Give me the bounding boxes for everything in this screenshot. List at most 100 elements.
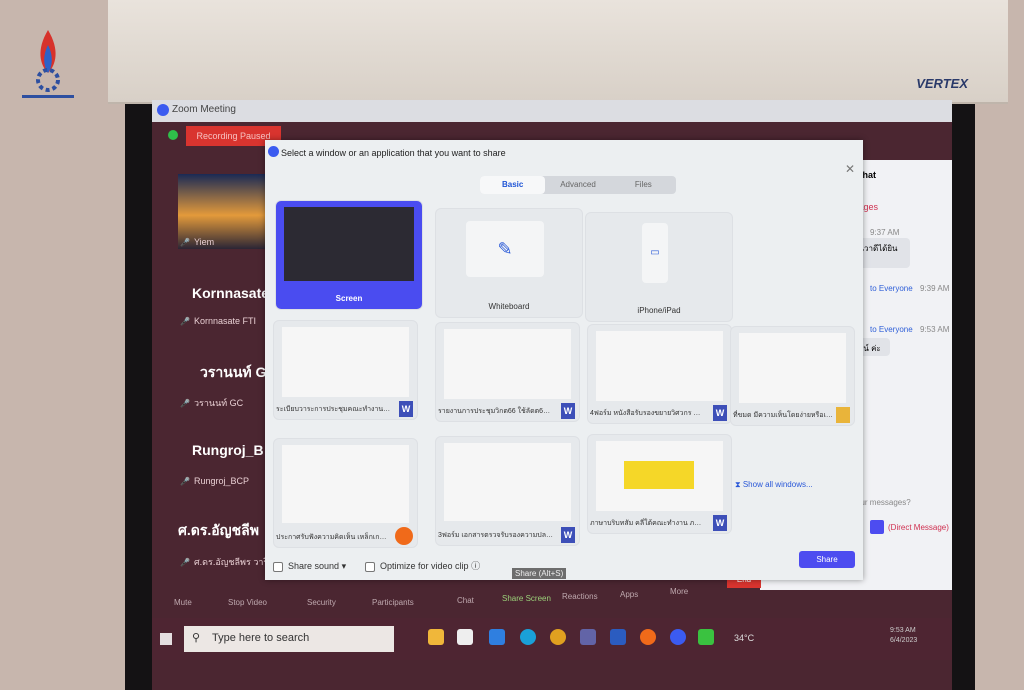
window-item[interactable]: ที่ขมด มีความเห็นโดยง่ายหรือเห็นด้วย...	[730, 326, 855, 426]
tab-advanced[interactable]: Advanced	[545, 176, 610, 194]
window-preview	[282, 327, 409, 397]
window-preview	[739, 333, 846, 403]
mute-button[interactable]: Mute	[174, 598, 192, 607]
window-label: ภาษาบริบทสัม คลี่ใต้คณะทำงาน ภาค...	[590, 520, 705, 527]
chat-input[interactable]: our messages?	[856, 498, 911, 507]
clock[interactable]: 9:53 AM 6/4/2023	[890, 626, 917, 646]
word-icon: W	[713, 515, 727, 531]
whiteboard-tile[interactable]: ✎ Whiteboard	[435, 208, 583, 318]
share-tabs: Basic Advanced Files	[480, 176, 676, 194]
window-item[interactable]: ภาษาบริบทสัม คลี่ใต้คณะทำงาน ภาค... W	[587, 434, 732, 534]
share-screen-tile[interactable]: Screen	[275, 200, 423, 310]
window-label: รายงานการประชุมวิกต66 ใช้ลัดต66 (ไ...	[438, 408, 553, 415]
word-icon: W	[713, 405, 727, 421]
taskbar-search[interactable]: ⚲ Type here to search	[184, 626, 394, 652]
line-icon[interactable]	[698, 629, 714, 645]
checkbox[interactable]	[365, 561, 375, 572]
chrome-icon[interactable]	[550, 629, 566, 645]
optimize-label: Optimize for video clip	[380, 561, 469, 571]
optimize-video-checkbox[interactable]: Optimize for video clip ⓘ	[365, 559, 480, 572]
chat-button[interactable]: Chat	[457, 596, 474, 605]
word-icon: W	[399, 401, 413, 417]
show-all-label: Show all windows...	[742, 480, 813, 489]
word-icon: W	[561, 403, 575, 419]
firefox-icon	[395, 527, 413, 545]
window-preview	[444, 443, 571, 521]
more-button[interactable]: More	[670, 587, 688, 596]
zoom-icon[interactable]	[670, 629, 686, 645]
share-sound-checkbox[interactable]: Share sound ▾	[273, 561, 346, 572]
search-placeholder: Type here to search	[212, 632, 310, 644]
apps-button[interactable]: Apps	[620, 590, 638, 599]
edge-icon[interactable]	[520, 629, 536, 645]
chat-time: 9:39 AM	[920, 284, 950, 293]
airplay-icon: ▭	[642, 223, 668, 283]
projector-housing	[108, 0, 1008, 104]
window-item[interactable]: ระเบียบวาระการประชุมคณะทำงานการศึ... W	[273, 320, 418, 420]
title-bar: Zoom Meeting	[152, 100, 952, 122]
participant-display: Kornnasate	[192, 285, 270, 301]
chat-time: 9:53 AM	[920, 325, 950, 334]
date: 6/4/2023	[890, 637, 918, 644]
window-label: ที่ขมด มีความเห็นโดยง่ายหรือเห็นด้วย...	[733, 412, 833, 419]
close-icon[interactable]: ✕	[845, 162, 855, 176]
share-tooltip: Share (Alt+S)	[512, 568, 567, 579]
tab-files[interactable]: Files	[611, 176, 676, 194]
share-sound-label: Share sound	[288, 561, 340, 571]
tab-basic[interactable]: Basic	[480, 176, 546, 194]
participant-name: Kornnasate FTI	[180, 316, 256, 326]
projector-brand: VERTEX	[916, 76, 968, 91]
iphone-ipad-tile[interactable]: ▭ iPhone/iPad	[585, 212, 733, 322]
security-shield-icon[interactable]	[168, 130, 178, 140]
window-item[interactable]: ประกาศรับฟังความคิดเห็น เหล็กเกณฑ์...	[273, 438, 418, 548]
show-all-windows-link[interactable]: ⧗ Show all windows...	[735, 480, 813, 490]
security-button[interactable]: Security	[307, 598, 336, 607]
mail-icon[interactable]	[489, 629, 505, 645]
weather-temperature[interactable]: 34°C	[734, 633, 754, 643]
tile-label: iPhone/iPad	[637, 306, 681, 315]
participant-name: Yiem	[180, 237, 214, 247]
zoom-logo-icon	[157, 104, 169, 116]
window-preview	[282, 445, 409, 523]
pen-icon: ✎	[466, 221, 544, 277]
window-item[interactable]: 3ฟอร์ม เอกสารตรวจรับรองความปลอด... W	[435, 436, 580, 546]
participant-name: ศ.ดร.อัญชลีพร วาริท	[180, 555, 274, 569]
help-icon[interactable]: ⓘ	[471, 561, 480, 571]
participant-name: วรานนท์ GC	[180, 396, 243, 410]
window-preview	[444, 329, 571, 399]
share-window-dialog: Select a window or an application that y…	[265, 140, 863, 580]
windows-start-icon[interactable]	[160, 633, 172, 645]
chat-recipient: to Everyone	[870, 325, 913, 334]
store-icon[interactable]	[457, 629, 473, 645]
stop-video-button[interactable]: Stop Video	[228, 598, 267, 607]
participant-display: วรานนท์ G	[200, 364, 267, 380]
tile-label: Screen	[335, 294, 363, 303]
word-icon[interactable]	[610, 629, 626, 645]
reactions-button[interactable]: Reactions	[562, 592, 598, 601]
firefox-icon[interactable]	[640, 629, 656, 645]
tile-label: Whiteboard	[488, 302, 530, 311]
search-icon: ⚲	[192, 632, 201, 644]
share-button[interactable]: Share	[799, 551, 855, 568]
window-label: 4ฟอร์ม หนังสือรับรองขยายวิศวกร ภาค...	[590, 410, 705, 417]
windows-taskbar: ⚲ Type here to search 34°C 9:53 AM 6/4/202…	[152, 618, 952, 660]
participant-name: Rungroj_BCP	[180, 476, 249, 486]
share-screen-button[interactable]: Share Screen	[502, 594, 551, 603]
participants-button[interactable]: Participants	[372, 598, 414, 607]
screen-preview	[284, 207, 414, 281]
folder-icon	[836, 407, 850, 423]
zoom-meeting-window: Zoom Meeting Recording Paused Yiem Kornn…	[152, 100, 952, 690]
teams-icon[interactable]	[580, 629, 596, 645]
time: 9:53 AM	[890, 627, 916, 634]
window-item[interactable]: 4ฟอร์ม หนังสือรับรองขยายวิศวกร ภาค... W	[587, 324, 732, 424]
window-item[interactable]: รายงานการประชุมวิกต66 ใช้ลัดต66 (ไ... W	[435, 322, 580, 422]
recipient-dropdown[interactable]	[870, 520, 884, 534]
direct-message-label: (Direct Message)	[888, 523, 949, 532]
file-explorer-icon[interactable]	[428, 629, 444, 645]
chat-time: 9:37 AM	[870, 228, 900, 237]
chevron-down-icon[interactable]: ▾	[342, 561, 347, 571]
window-preview	[596, 331, 723, 401]
participant-display: Rungroj_B	[192, 442, 264, 458]
checkbox[interactable]	[273, 561, 283, 572]
participant-display: ศ.ดร.อัญชลีพ	[178, 522, 259, 538]
